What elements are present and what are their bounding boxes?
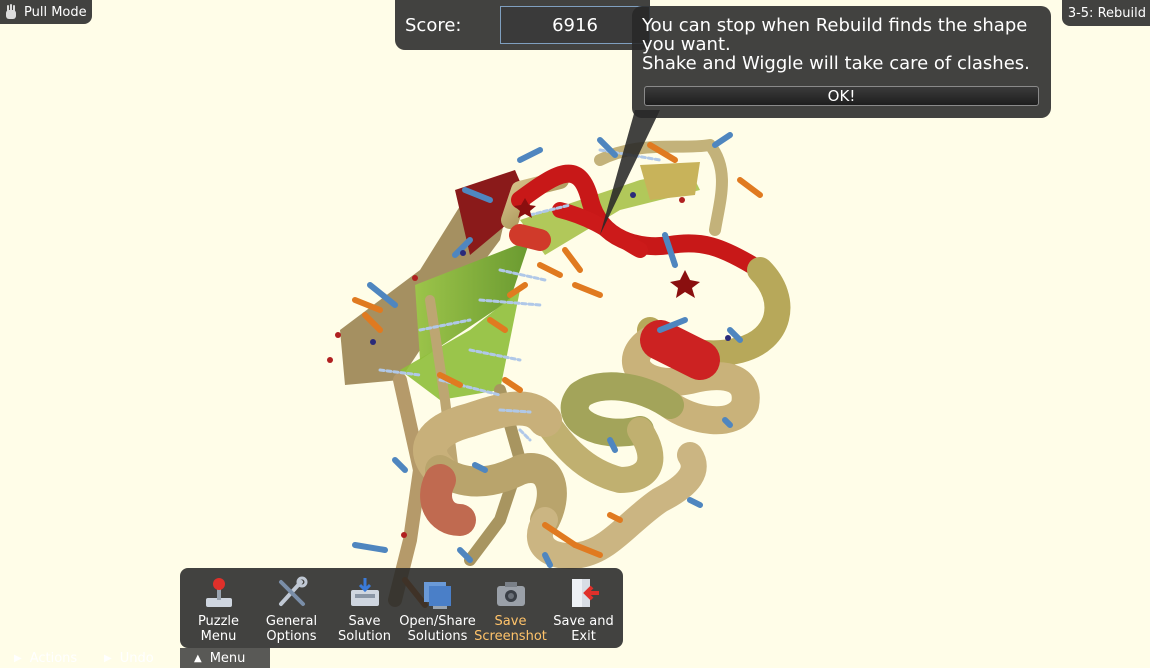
open-share-solutions-button[interactable]: Open/Share Solutions (399, 568, 476, 648)
tip-dialog: You can stop when Rebuild finds the shap… (632, 6, 1051, 118)
save-and-exit-label-1: Save and (553, 614, 614, 629)
score-value: 6916 (500, 6, 650, 44)
open-share-label-2: Solutions (407, 629, 468, 644)
expand-triangle-icon: ▶ (14, 652, 22, 664)
score-label: Score: (405, 15, 462, 36)
save-screenshot-label-1: Save (494, 614, 527, 629)
save-screenshot-label-2: Screenshot (474, 629, 547, 644)
undo-toggle[interactable]: ▶ Undo (104, 648, 154, 668)
joystick-icon (205, 578, 232, 607)
puzzle-level-badge[interactable]: 3-5: Rebuild (1062, 0, 1150, 26)
save-solution-label-2: Solution (338, 629, 391, 644)
collapse-triangle-icon: ▲ (194, 652, 202, 664)
main-menu-bar: Puzzle Menu General Options Save Solutio… (180, 568, 623, 648)
save-solution-label-1: Save (348, 614, 381, 629)
score-panel: Score: 6916 (395, 0, 650, 50)
hand-icon (6, 4, 16, 19)
general-options-button[interactable]: General Options (255, 568, 328, 648)
general-options-label-2: Options (266, 629, 317, 644)
ok-button[interactable]: OK! (644, 86, 1039, 106)
puzzle-level-label: 3-5: Rebuild (1067, 5, 1146, 21)
save-and-exit-label-2: Exit (571, 629, 596, 644)
save-and-exit-button[interactable]: Save and Exit (547, 568, 620, 648)
tools-icon (278, 576, 307, 606)
actions-label: Actions (29, 650, 78, 666)
pull-mode-label: Pull Mode (24, 4, 87, 20)
undo-label: Undo (119, 650, 154, 666)
camera-icon (496, 582, 525, 606)
exit-door-icon (571, 579, 599, 607)
actions-toggle[interactable]: ▶ Actions (14, 648, 77, 668)
menu-label: Menu (209, 650, 246, 666)
general-options-label-1: General (265, 614, 318, 629)
protein-model[interactable] (327, 132, 791, 608)
puzzle-menu-label-1: Puzzle (197, 614, 240, 629)
expand-triangle-icon: ▶ (104, 652, 112, 664)
tip-line-2: Shake and Wiggle will take care of clash… (642, 53, 1030, 74)
save-solution-button[interactable]: Save Solution (328, 568, 401, 648)
menu-toggle[interactable]: ▲ Menu (180, 648, 270, 668)
folder-icon (423, 582, 451, 609)
tip-line-1: You can stop when Rebuild finds the shap… (642, 15, 1028, 55)
puzzle-menu-label-2: Menu (200, 629, 237, 644)
tip-pointer (600, 110, 660, 235)
puzzle-menu-button[interactable]: Puzzle Menu (182, 568, 255, 648)
tip-message: You can stop when Rebuild finds the shap… (642, 16, 1047, 73)
pull-mode-badge[interactable]: Pull Mode (0, 0, 92, 24)
open-share-label-1: Open/Share (399, 614, 476, 629)
save-icon (350, 578, 379, 606)
save-screenshot-button[interactable]: Save Screenshot (474, 568, 547, 648)
